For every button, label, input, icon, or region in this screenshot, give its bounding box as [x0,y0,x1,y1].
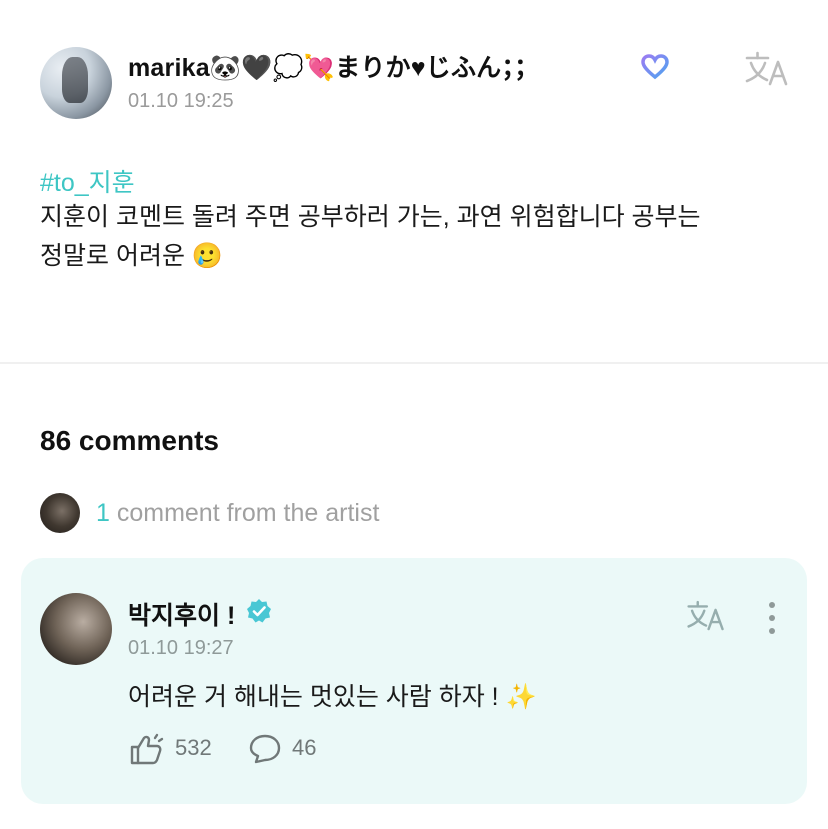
post-hashtag[interactable]: #to_지훈 [40,163,135,199]
author-name-emojis: 🐼🖤💭💘 [209,54,336,82]
artist-comment-count: 1 [96,499,110,527]
comment-author-avatar[interactable] [40,593,112,665]
translate-icon[interactable] [744,50,790,88]
comment-timestamp: 01.10 19:27 [128,637,234,659]
comment-author-name[interactable]: 박지후이 ! [128,596,235,632]
reply-icon[interactable] [248,733,282,765]
post-author-avatar[interactable] [40,47,112,119]
post-body-line: 정말로 어려운 🥲 [40,242,224,270]
translate-icon[interactable] [686,599,726,633]
author-name-text: marika [128,54,210,82]
post-body-line: 지훈이 코멘트 돌려 주면 공부하러 가는, 과연 위험합니다 공부는 [40,203,701,231]
verified-icon [247,599,271,623]
more-icon[interactable] [762,600,782,636]
post-author-name[interactable]: marika🐼🖤💭💘まりか♥じふん；； [128,48,539,84]
section-divider [0,362,828,364]
artist-avatar[interactable] [40,493,80,533]
reply-count: 46 [292,735,317,760]
heart-badge-icon [641,54,669,80]
comments-count: 86 comments [40,425,219,456]
author-name-suffix: まりか♥じふん；； [335,54,540,82]
post-body: 지훈이 코멘트 돌려 주면 공부하러 가는, 과연 위험합니다 공부는 정말로 … [40,198,800,276]
like-icon[interactable] [128,733,164,767]
artist-comments-link[interactable]: 1 comment from the artist [96,499,379,528]
artist-comment-label: comment from the artist [109,499,380,527]
like-count: 532 [175,735,212,760]
post-timestamp: 01.10 19:25 [128,90,234,112]
comment-text: 어려운 거 해내는 멋있는 사람 하자 ! ✨ [128,683,537,711]
